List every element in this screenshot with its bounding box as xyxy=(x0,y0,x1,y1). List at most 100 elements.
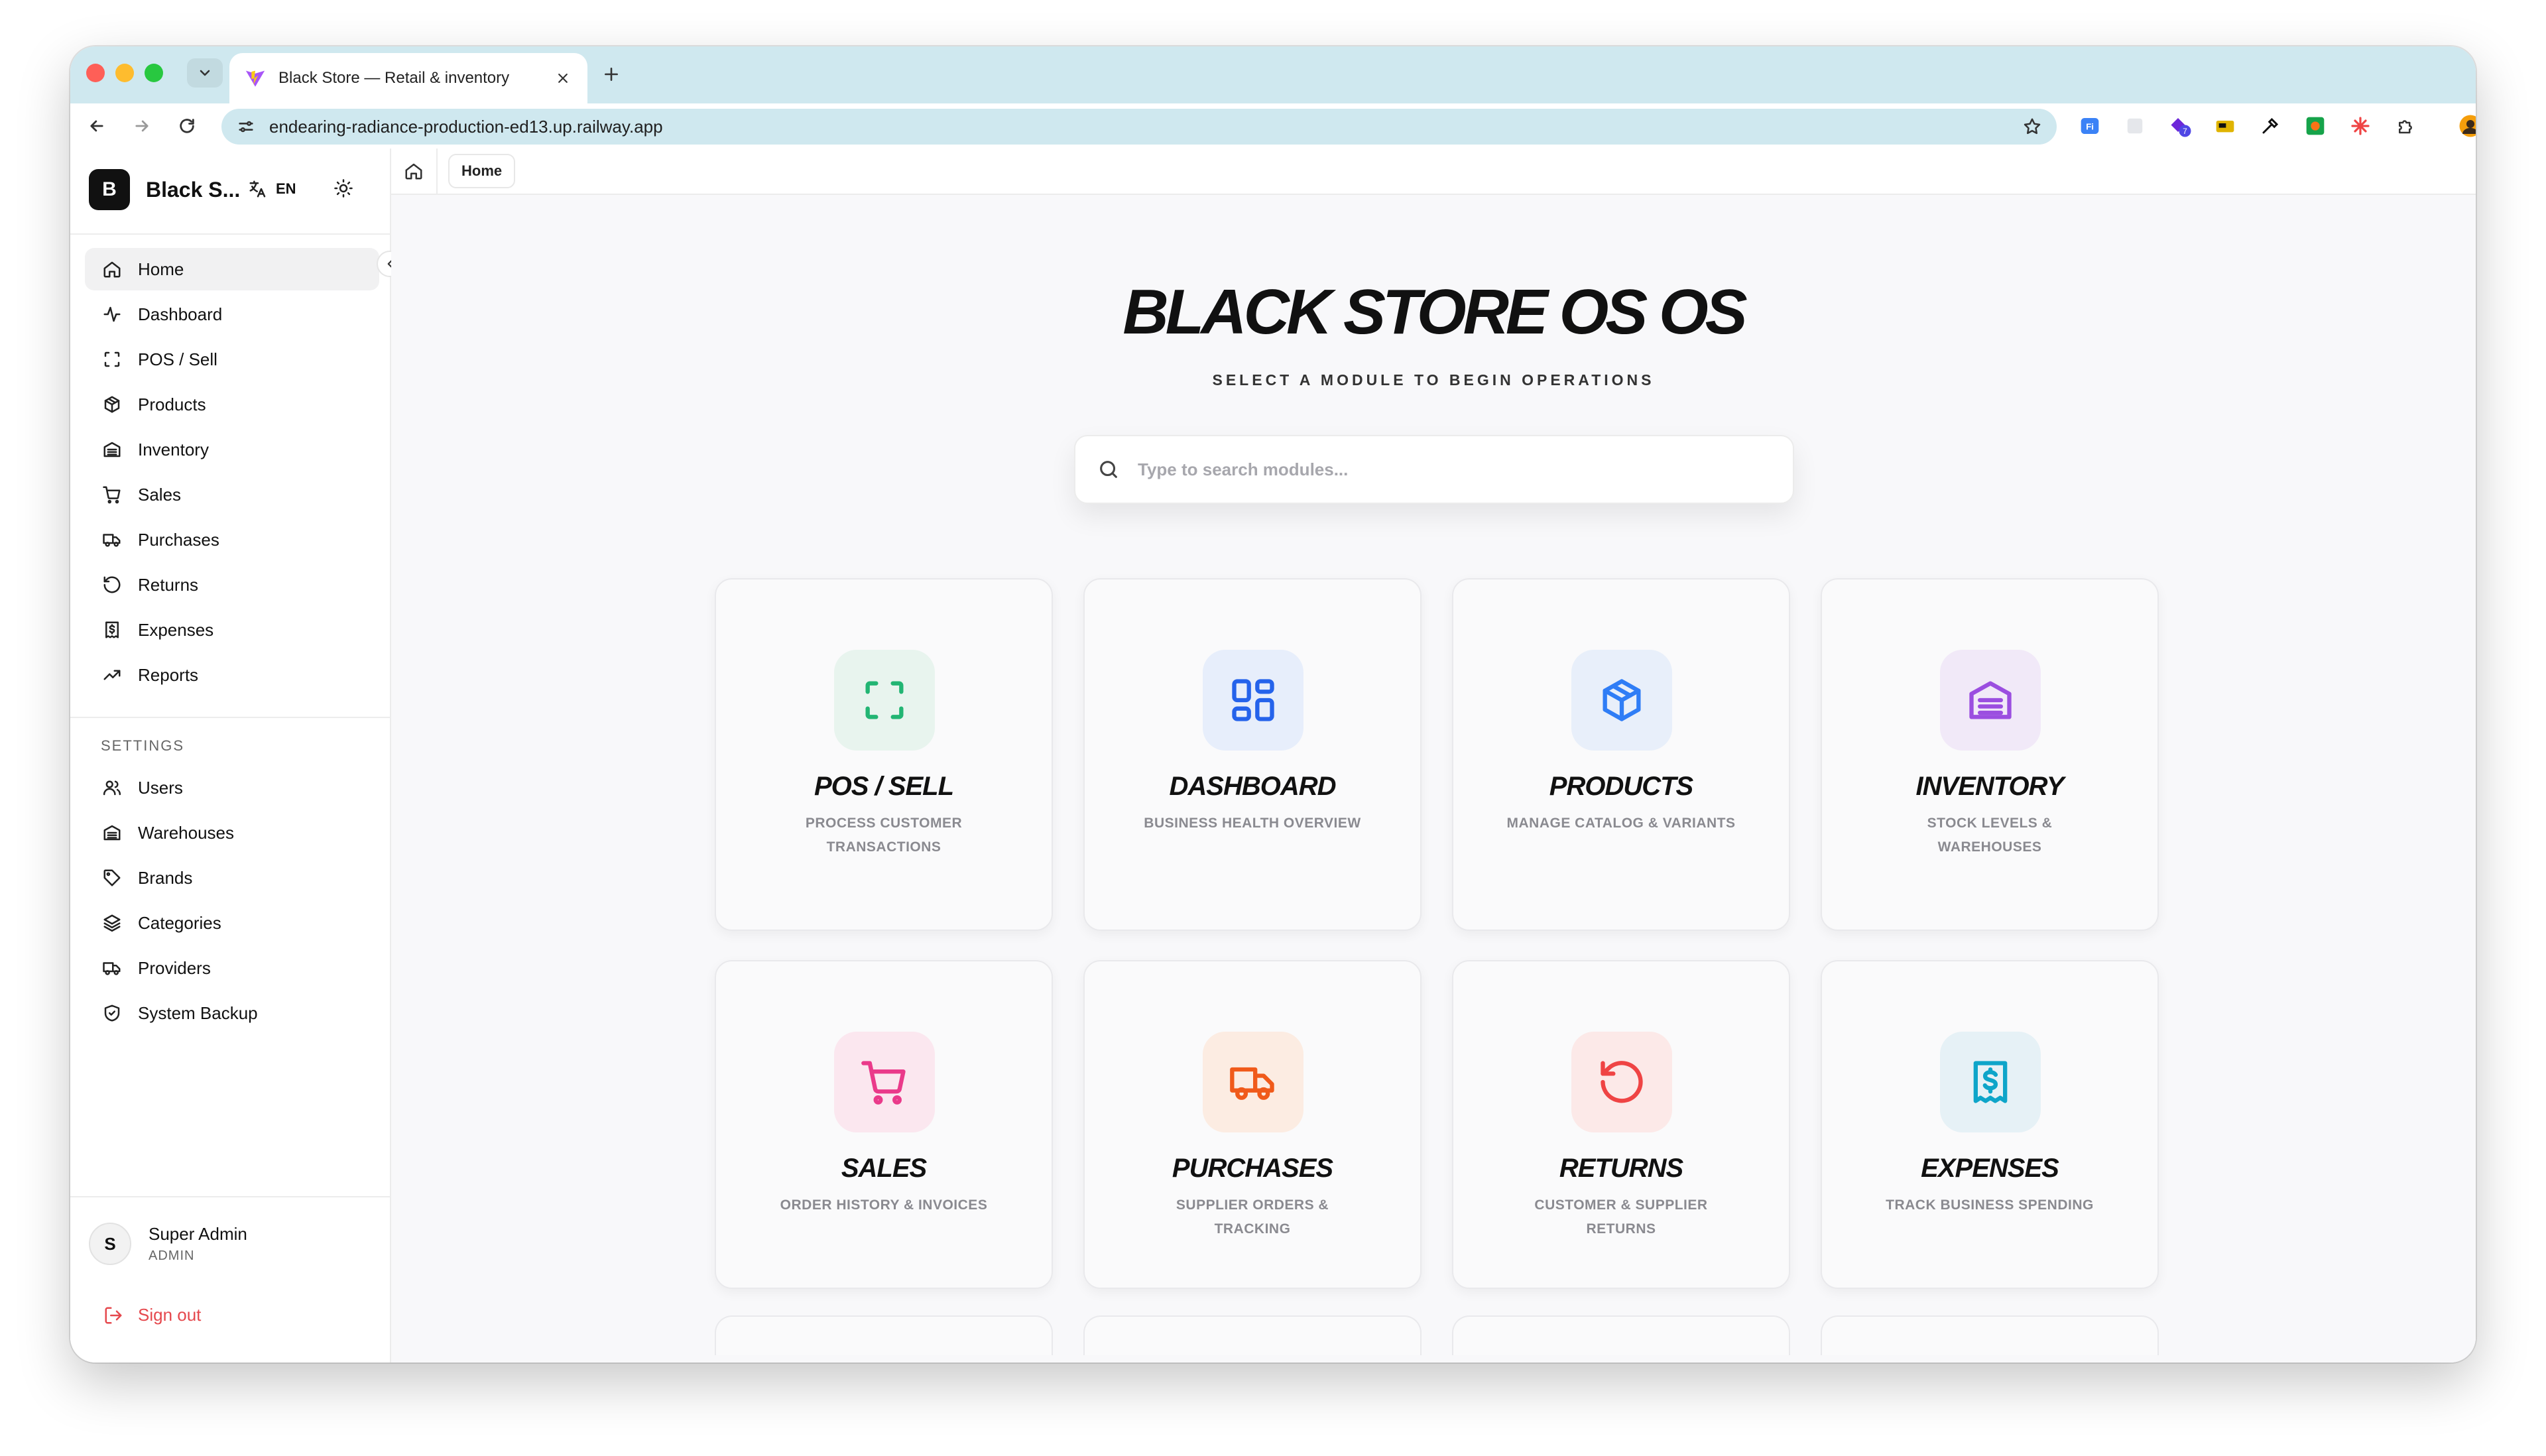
extension-green-icon[interactable] xyxy=(2302,113,2329,139)
settings-nav: Users Warehouses Brands Categories Providers… xyxy=(85,766,379,1037)
sidebar-item-label: System Backup xyxy=(138,1002,258,1023)
forward-button[interactable] xyxy=(129,113,155,139)
module-title: RETURNS xyxy=(1559,1154,1683,1183)
extension-spark-icon[interactable] xyxy=(2347,113,2374,139)
sign-out-label: Sign out xyxy=(138,1305,202,1325)
module-description: STOCK LEVELS & WAREHOUSES xyxy=(1927,816,2053,855)
cart-icon xyxy=(861,1061,906,1105)
breadcrumb: Home xyxy=(391,149,2476,195)
module-description: BUSINESS HEALTH OVERVIEW xyxy=(1144,816,1361,831)
sidebar-item-label: Reports xyxy=(138,664,199,685)
sidebar-item-label: Dashboard xyxy=(138,304,223,324)
sidebar-item-inventory[interactable]: Inventory xyxy=(85,428,379,471)
sidebar: B Black S... EN Home Dashboard POS / Sell P… xyxy=(70,149,391,1363)
sidebar-item-home[interactable]: Home xyxy=(85,248,379,290)
sidebar-item-label: Home xyxy=(138,259,184,279)
close-tab-button[interactable] xyxy=(553,68,573,88)
minimize-window-button[interactable] xyxy=(115,64,134,82)
breadcrumb-home-button[interactable] xyxy=(391,149,438,194)
receipt-icon xyxy=(1973,1061,2008,1103)
sidebar-item-sales[interactable]: Sales xyxy=(85,473,379,516)
module-card-returns[interactable]: RETURNS CUSTOMER & SUPPLIER RETURNS xyxy=(1452,960,1790,1289)
close-window-button[interactable] xyxy=(86,64,105,82)
user-name: Super Admin xyxy=(149,1224,247,1244)
browser-window: Black Store — Retail & inventory endeari… xyxy=(70,46,2476,1363)
tab-search-button[interactable] xyxy=(187,58,223,88)
module-card-dashboard[interactable]: DASHBOARD BUSINESS HEALTH OVERVIEW xyxy=(1083,578,1422,931)
maximize-window-button[interactable] xyxy=(145,64,163,82)
module-card-partial[interactable] xyxy=(1452,1315,1790,1355)
new-tab-button[interactable] xyxy=(598,61,625,88)
module-title: DASHBOARD xyxy=(1169,772,1337,801)
sidebar-item-label: Expenses xyxy=(138,619,214,640)
scan-icon xyxy=(865,681,904,719)
browser-tab-active[interactable]: Black Store — Retail & inventory xyxy=(229,53,587,103)
reload-button[interactable] xyxy=(174,113,200,139)
address-bar[interactable]: endearing-radiance-production-ed13.up.ra… xyxy=(221,109,2057,145)
warehouse-icon xyxy=(103,825,121,841)
sidebar-item-label: POS / Sell xyxy=(138,349,217,369)
bookmark-star-icon[interactable] xyxy=(2021,115,2043,138)
browser-tab-strip: Black Store — Retail & inventory xyxy=(70,46,2476,103)
profile-avatar-icon[interactable] xyxy=(2457,113,2476,139)
module-card-purchases[interactable]: PURCHASES SUPPLIER ORDERS & TRACKING xyxy=(1083,960,1422,1289)
module-card-products[interactable]: PRODUCTS MANAGE CATALOG & VARIANTS xyxy=(1452,578,1790,931)
module-card-expenses[interactable]: EXPENSES TRACK BUSINESS SPENDING xyxy=(1821,960,2159,1289)
trending-up-icon xyxy=(103,670,121,680)
module-card-partial[interactable] xyxy=(1821,1315,2159,1355)
search-input[interactable] xyxy=(1136,458,1773,481)
module-card-partial[interactable] xyxy=(1083,1315,1422,1355)
sidebar-divider xyxy=(70,1196,391,1197)
sidebar-item-categories[interactable]: Categories xyxy=(85,902,379,944)
back-button[interactable] xyxy=(84,113,110,139)
rotate-ccw-icon xyxy=(1601,1061,1643,1103)
sidebar-item-warehouses[interactable]: Warehouses xyxy=(85,812,379,854)
sidebar-item-pos-sell[interactable]: POS / Sell xyxy=(85,338,379,381)
sidebar-item-providers[interactable]: Providers xyxy=(85,947,379,989)
sidebar-item-brands[interactable]: Brands xyxy=(85,857,379,899)
page-title: BLACK STORE OS OS xyxy=(1122,276,1747,347)
sidebar-item-dashboard[interactable]: Dashboard xyxy=(85,293,379,335)
extension-translate-icon[interactable]: Fi xyxy=(2077,113,2103,139)
extension-grid-icon[interactable] xyxy=(2122,113,2148,139)
theme-toggle-button[interactable] xyxy=(330,175,357,202)
module-card-pos-sell[interactable]: POS / SELL PROCESS CUSTOMER TRANSACTIONS xyxy=(715,578,1053,931)
url-text[interactable]: endearing-radiance-production-ed13.up.ra… xyxy=(269,117,2021,137)
sidebar-item-system-backup[interactable]: System Backup xyxy=(85,992,379,1034)
extensions-puzzle-icon[interactable] xyxy=(2392,113,2419,139)
close-icon xyxy=(558,74,568,83)
site-settings-icon[interactable] xyxy=(235,115,257,138)
reload-icon xyxy=(180,119,194,133)
sidebar-item-reports[interactable]: Reports xyxy=(85,654,379,696)
extension-eyedropper-icon[interactable] xyxy=(2257,113,2283,139)
user-profile[interactable]: S Super Admin ADMIN xyxy=(89,1217,381,1270)
truck-icon xyxy=(103,534,121,547)
sidebar-item-purchases[interactable]: Purchases xyxy=(85,518,379,561)
module-title: PURCHASES xyxy=(1172,1154,1333,1183)
language-switcher[interactable]: EN xyxy=(248,179,296,199)
sidebar-item-users[interactable]: Users xyxy=(85,766,379,809)
module-card-partial[interactable] xyxy=(715,1315,1053,1355)
sidebar-item-products[interactable]: Products xyxy=(85,383,379,426)
module-description: MANAGE CATALOG & VARIANTS xyxy=(1506,816,1736,831)
sidebar-item-label: Categories xyxy=(138,912,221,933)
breadcrumb-current[interactable]: Home xyxy=(448,154,516,188)
activity-icon xyxy=(103,306,121,322)
sidebar-item-label: Providers xyxy=(138,957,211,978)
extension-badge-icon[interactable]: 7 xyxy=(2167,113,2193,139)
extension-wallet-icon[interactable] xyxy=(2212,113,2238,139)
module-card-sales[interactable]: SALES ORDER HISTORY & INVOICES xyxy=(715,960,1053,1289)
sidebar-item-expenses[interactable]: Expenses xyxy=(85,609,379,651)
sign-out-button[interactable]: Sign out xyxy=(103,1305,201,1325)
sidebar-item-returns[interactable]: Returns xyxy=(85,564,379,606)
module-description: PROCESS CUSTOMER TRANSACTIONS xyxy=(805,816,963,855)
scan-icon xyxy=(104,351,120,367)
module-card-inventory[interactable]: INVENTORY STOCK LEVELS & WAREHOUSES xyxy=(1821,578,2159,931)
sidebar-item-label: Purchases xyxy=(138,529,219,550)
box-icon xyxy=(104,396,120,413)
svg-text:7: 7 xyxy=(2183,127,2187,136)
module-title: SALES xyxy=(841,1154,927,1183)
plus-icon xyxy=(605,68,618,81)
settings-section-label: SETTINGS xyxy=(101,737,185,754)
sidebar-nav: Home Dashboard POS / Sell Products Inventory… xyxy=(85,248,379,699)
